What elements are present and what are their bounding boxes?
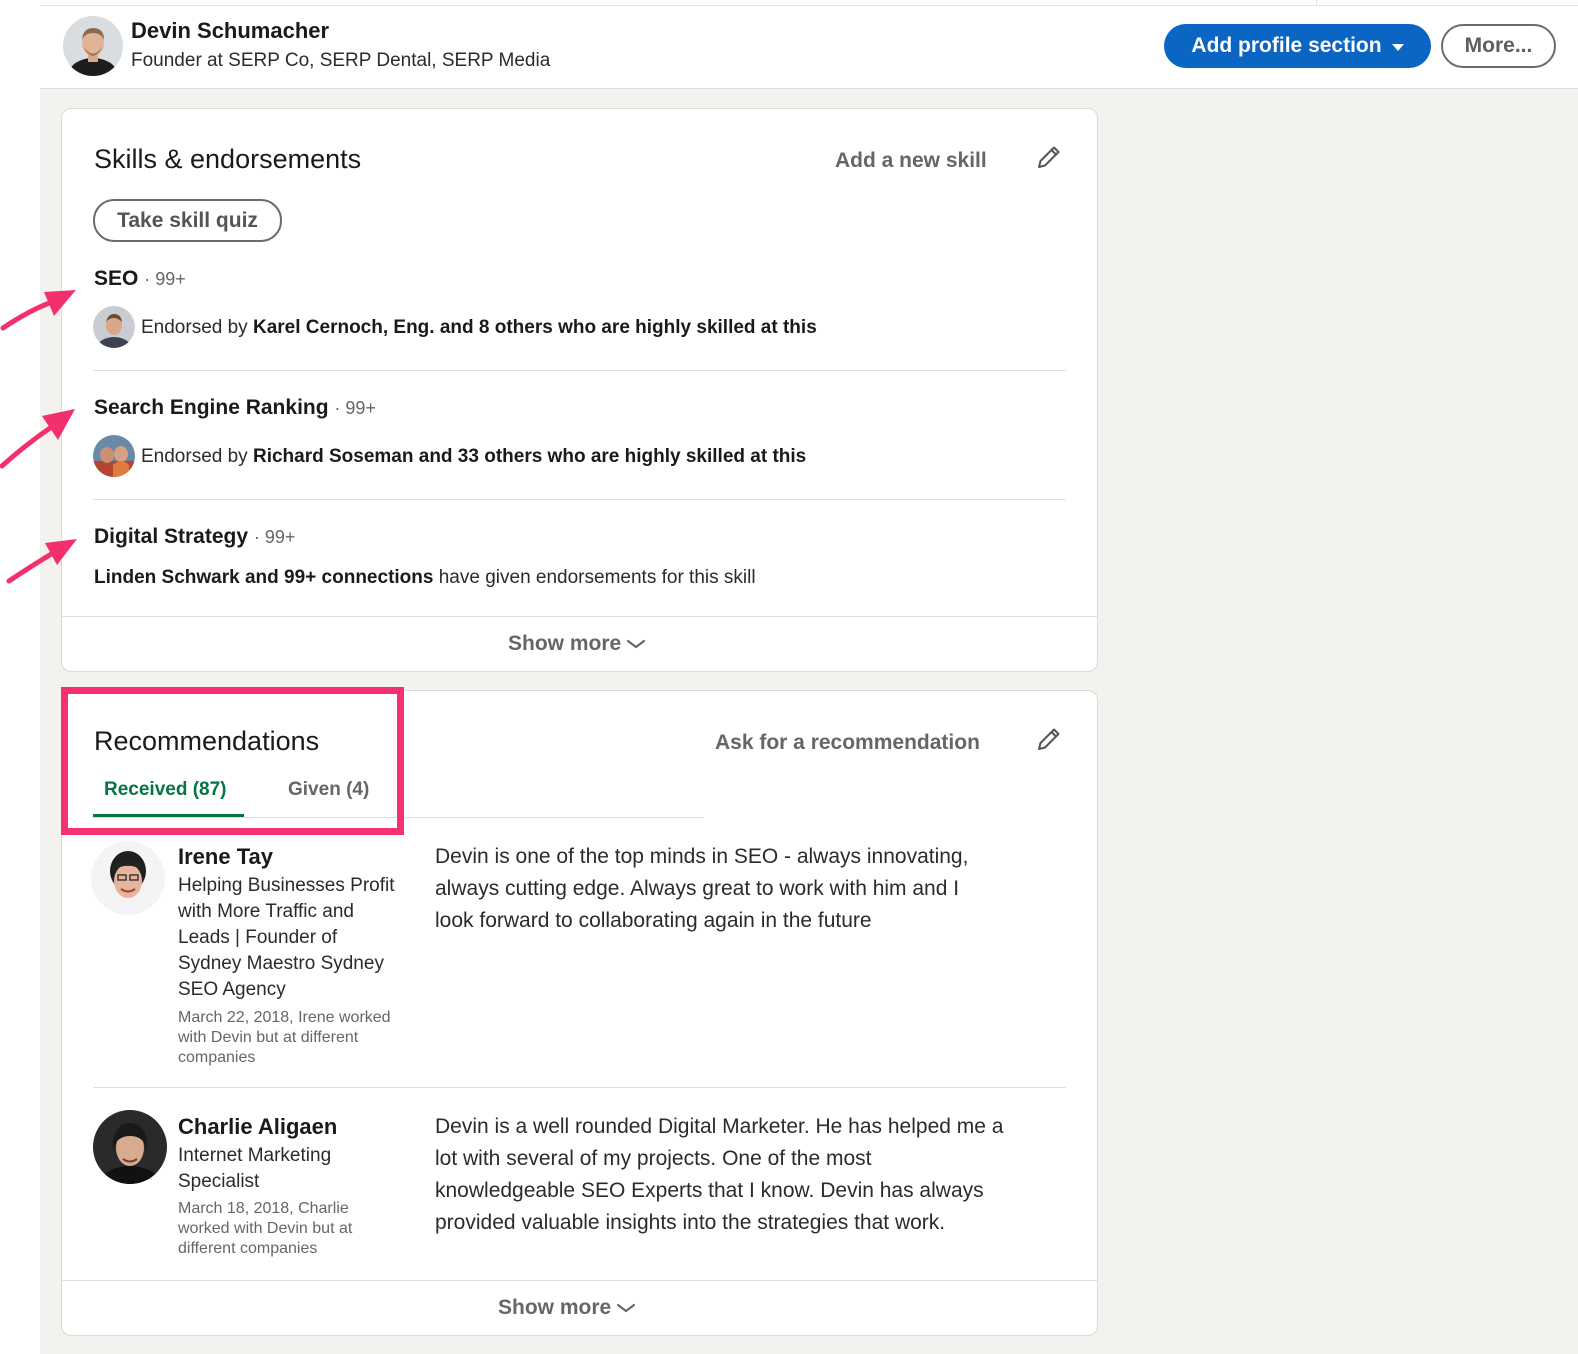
- skill-divider: [93, 499, 1066, 500]
- date-line: March 18, 2018, Charlie: [178, 1200, 349, 1217]
- recommendations-show-more-button[interactable]: Show more: [498, 1296, 636, 1320]
- endorser-avatar: [93, 306, 135, 348]
- date-line: different companies: [178, 1240, 318, 1257]
- more-button[interactable]: More...: [1441, 24, 1556, 68]
- skill-seo[interactable]: SEO · 99+: [94, 267, 186, 291]
- add-profile-section-label: Add profile section: [1191, 34, 1382, 57]
- annotation-arrow: [0, 290, 76, 331]
- recommendation-text: Devin is one of the top minds in SEO - a…: [435, 841, 968, 937]
- endorsement-suffix: have given endorsements for this skill: [433, 567, 756, 588]
- chevron-down-icon: [617, 1303, 636, 1313]
- add-skill-link[interactable]: Add a new skill: [835, 149, 987, 173]
- profile-headline: Founder at SERP Co, SERP Dental, SERP Me…: [131, 50, 551, 71]
- annotation-arrow: [0, 409, 75, 469]
- text-line: lot with several of my projects. One of …: [435, 1147, 872, 1170]
- recommender-headline: Helping Businesses Profit with More Traf…: [178, 873, 395, 1003]
- caret-down-icon: [1391, 43, 1404, 51]
- date-line: with Devin but at different: [178, 1029, 359, 1046]
- text-line: knowledgeable SEO Experts that I know. D…: [435, 1179, 984, 1202]
- take-skill-quiz-button[interactable]: Take skill quiz: [93, 199, 282, 242]
- date-line: March 22, 2018, Irene worked: [178, 1009, 391, 1026]
- headline-line: SEO Agency: [178, 979, 286, 1000]
- card-footer-divider: [62, 616, 1097, 617]
- skill-divider: [93, 370, 1066, 371]
- recommendation-date: March 22, 2018, Irene worked with Devin …: [178, 1008, 391, 1068]
- show-more-label: Show more: [508, 632, 622, 655]
- endorser-avatar: [93, 435, 135, 477]
- top-divider-tick: [1316, 0, 1317, 5]
- text-line: Devin is a well rounded Digital Marketer…: [435, 1115, 1004, 1138]
- headline-line: Specialist: [178, 1171, 260, 1192]
- skill-endorsement: Endorsed by Karel Cernoch, Eng. and 8 ot…: [141, 317, 817, 339]
- skill-count: · 99+: [144, 269, 186, 289]
- profile-avatar[interactable]: [63, 16, 123, 76]
- annotation-highlight-box: [61, 687, 404, 835]
- skill-count: · 99+: [253, 527, 296, 547]
- date-line: worked with Devin but at: [178, 1220, 353, 1237]
- skill-search-engine-ranking[interactable]: Search Engine Ranking · 99+: [94, 396, 376, 420]
- headline-line: Sydney Maestro Sydney: [178, 953, 384, 974]
- skill-endorsement: Endorsed by Richard Soseman and 33 other…: [141, 446, 806, 468]
- chevron-down-icon: [627, 639, 646, 649]
- skills-show-more-button[interactable]: Show more: [508, 632, 646, 656]
- recommendation-divider: [93, 1087, 1066, 1088]
- headline-line: Helping Businesses Profit: [178, 875, 395, 896]
- endorsement-prefix: Endorsed by: [141, 317, 253, 338]
- add-profile-section-button[interactable]: Add profile section: [1164, 24, 1431, 68]
- ask-recommendation-link[interactable]: Ask for a recommendation: [715, 731, 980, 755]
- recommendation-date: March 18, 2018, Charlie worked with Devi…: [178, 1199, 352, 1259]
- top-divider: [40, 5, 1578, 6]
- endorsement-connections[interactable]: Linden Schwark and 99+ connections: [94, 567, 433, 588]
- endorser-names[interactable]: Karel Cernoch, Eng. and 8 others who are…: [253, 317, 817, 338]
- skill-name: SEO: [94, 267, 139, 290]
- profile-name[interactable]: Devin Schumacher: [131, 18, 329, 44]
- skill-digital-strategy[interactable]: Digital Strategy · 99+: [94, 525, 295, 549]
- show-more-label: Show more: [498, 1296, 612, 1319]
- endorsement-prefix: Endorsed by: [141, 446, 253, 467]
- skill-count: · 99+: [334, 398, 376, 418]
- recommender-avatar[interactable]: [91, 841, 165, 915]
- date-line: companies: [178, 1049, 256, 1066]
- text-line: Devin is one of the top minds in SEO - a…: [435, 845, 969, 868]
- headline-line: Internet Marketing: [178, 1145, 332, 1166]
- recommender-headline: Internet Marketing Specialist: [178, 1143, 331, 1195]
- annotation-arrow: [6, 539, 77, 584]
- skill-name: Search Engine Ranking: [94, 396, 329, 419]
- headline-line: with More Traffic and: [178, 901, 355, 922]
- text-line: provided valuable insights into the stra…: [435, 1211, 946, 1234]
- skill-endorsement: Linden Schwark and 99+ connections have …: [94, 567, 756, 589]
- recommendation-text: Devin is a well rounded Digital Marketer…: [435, 1111, 1003, 1239]
- recommender-avatar[interactable]: [93, 1110, 167, 1184]
- recommender-name[interactable]: Charlie Aligaen: [178, 1114, 337, 1140]
- recommender-name[interactable]: Irene Tay: [178, 844, 273, 870]
- card-footer-divider: [62, 1280, 1097, 1281]
- pencil-icon[interactable]: [1034, 142, 1064, 172]
- endorser-names[interactable]: Richard Soseman and 33 others who are hi…: [253, 446, 806, 467]
- pencil-icon[interactable]: [1034, 724, 1064, 754]
- skills-title: Skills & endorsements: [94, 144, 362, 174]
- text-line: look forward to collaborating again in t…: [435, 909, 872, 932]
- text-line: always cutting edge. Always great to wor…: [435, 877, 960, 900]
- skill-name: Digital Strategy: [94, 525, 249, 548]
- headline-line: Leads | Founder of: [178, 927, 338, 948]
